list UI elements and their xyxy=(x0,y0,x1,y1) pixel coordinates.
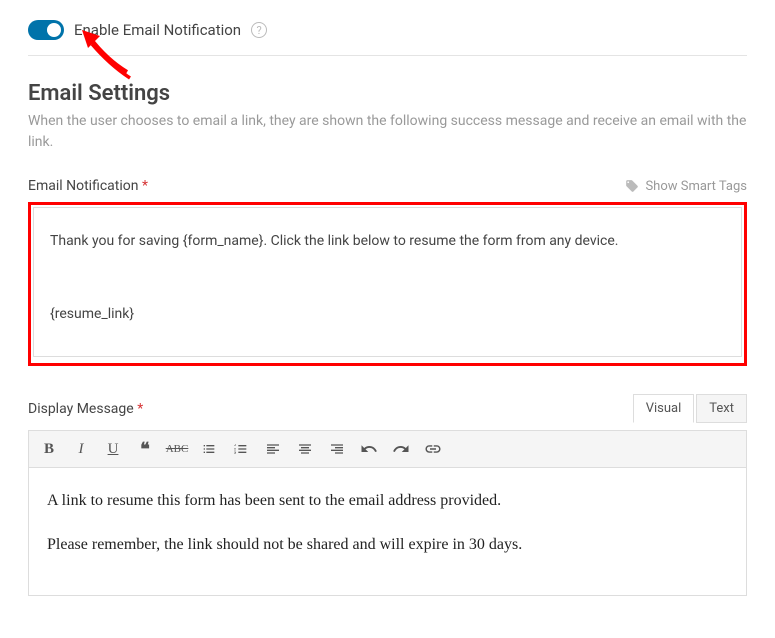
align-center-button[interactable] xyxy=(291,435,319,463)
smart-tags-label: Show Smart Tags xyxy=(645,179,747,194)
email-notification-highlight xyxy=(28,202,747,366)
content-p1: A link to resume this form has been sent… xyxy=(47,488,728,514)
display-message-label: Display Message xyxy=(28,401,134,417)
editor-toolbar: B I U ❝ ABC xyxy=(29,431,746,468)
tab-visual[interactable]: Visual xyxy=(633,394,695,423)
show-smart-tags-button[interactable]: Show Smart Tags xyxy=(625,179,747,194)
tab-text[interactable]: Text xyxy=(696,394,747,423)
email-notification-textarea[interactable] xyxy=(33,207,742,357)
redo-button[interactable] xyxy=(387,435,415,463)
blockquote-button[interactable]: ❝ xyxy=(131,435,159,463)
display-message-content[interactable]: A link to resume this form has been sent… xyxy=(29,468,746,595)
toggle-label: Enable Email Notification xyxy=(74,21,241,39)
undo-button[interactable] xyxy=(355,435,383,463)
align-right-button[interactable] xyxy=(323,435,351,463)
toggle-knob xyxy=(47,23,61,37)
italic-button[interactable]: I xyxy=(67,435,95,463)
required-asterisk: * xyxy=(137,401,143,417)
strikethrough-button[interactable]: ABC xyxy=(163,435,191,463)
content-p2: Please remember, the link should not be … xyxy=(47,532,728,558)
unordered-list-button[interactable] xyxy=(195,435,223,463)
enable-email-notification-toggle[interactable] xyxy=(28,20,64,40)
required-asterisk: * xyxy=(142,178,148,194)
display-message-editor: B I U ❝ ABC A link to resume this form h… xyxy=(28,430,747,596)
link-button[interactable] xyxy=(419,435,447,463)
help-icon[interactable]: ? xyxy=(251,22,267,38)
tag-icon xyxy=(625,179,639,193)
underline-button[interactable]: U xyxy=(99,435,127,463)
email-notification-label: Email Notification xyxy=(28,178,139,194)
section-description: When the user chooses to email a link, t… xyxy=(28,111,747,153)
ordered-list-button[interactable] xyxy=(227,435,255,463)
bold-button[interactable]: B xyxy=(35,435,63,463)
section-title: Email Settings xyxy=(28,81,747,106)
divider xyxy=(28,55,747,56)
align-left-button[interactable] xyxy=(259,435,287,463)
